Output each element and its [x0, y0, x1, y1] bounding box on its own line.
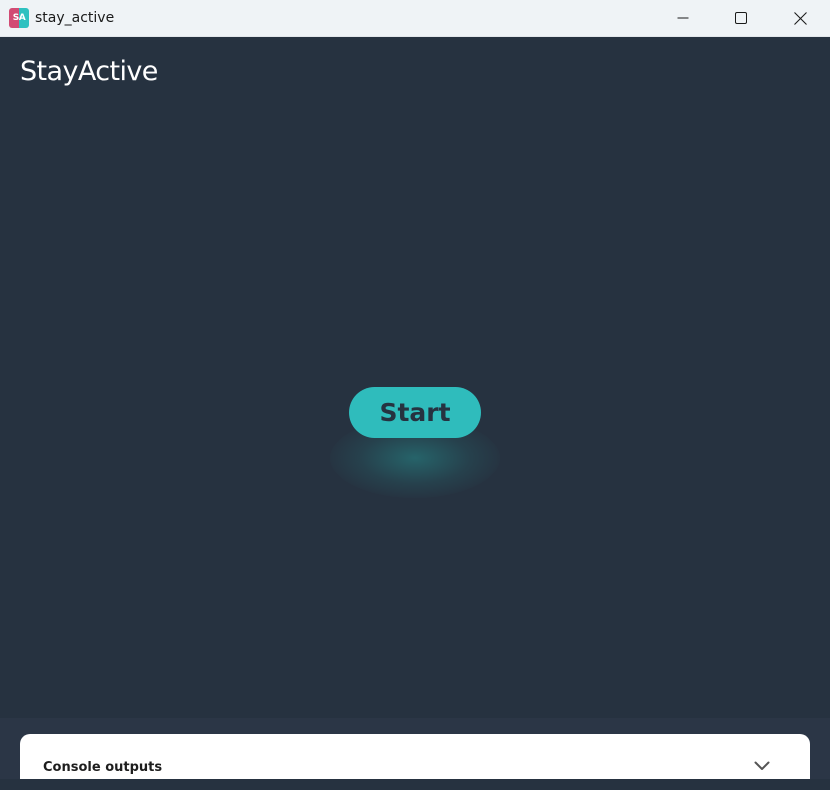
window-title: stay_active: [35, 10, 115, 26]
minimize-icon: [677, 17, 689, 19]
close-icon: [793, 11, 807, 25]
title-bar: SA stay_active: [0, 0, 830, 37]
app-heading: StayActive: [20, 56, 158, 87]
start-button[interactable]: Start: [349, 387, 481, 438]
app-icon-text: SA: [12, 13, 26, 23]
minimize-button[interactable]: [654, 0, 712, 36]
console-label: Console outputs: [43, 760, 163, 775]
console-toggle[interactable]: [752, 758, 772, 774]
bottom-strip: [0, 779, 830, 790]
console-card[interactable]: Console outputs: [20, 734, 810, 779]
close-button[interactable]: [771, 0, 829, 36]
maximize-button[interactable]: [712, 0, 770, 36]
chevron-down-icon: [754, 761, 770, 770]
app-icon: SA: [9, 8, 29, 28]
maximize-icon: [735, 12, 747, 24]
